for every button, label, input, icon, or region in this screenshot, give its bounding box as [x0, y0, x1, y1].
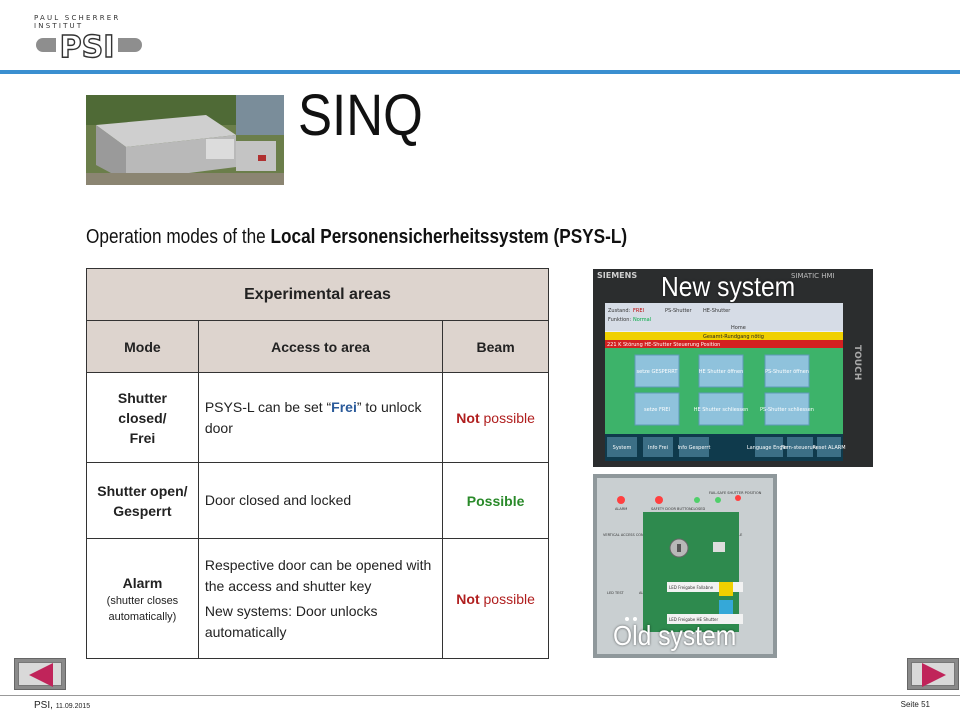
svg-text:Home: Home [731, 325, 746, 331]
svg-text:Info Frei: Info Frei [648, 445, 668, 451]
beam-cell: Not possible [442, 538, 549, 659]
svg-text:FAIL-SAFE SHUTTER POSITION: FAIL-SAFE SHUTTER POSITION [709, 491, 762, 495]
svg-text:Reset ALARM: Reset ALARM [812, 445, 845, 451]
column-header-mode: Mode [86, 320, 199, 373]
page-number: Seite 51 [900, 700, 930, 709]
svg-text:TOUCH: TOUCH [852, 345, 862, 380]
svg-text:PS-Shutter schliessen: PS-Shutter schliessen [760, 407, 814, 413]
sinq-building-photo [86, 95, 284, 185]
old-system-panel-photo: ALARM SAFETY DOOR BUTTON CLOSED FAIL-SAF… [593, 474, 777, 658]
slide-subtitle: Operation modes of the Local Personensic… [86, 226, 628, 248]
svg-text:setze FREI: setze FREI [644, 407, 670, 413]
old-system-label: Old system [613, 620, 737, 651]
psi-logo: PAUL SCHERRER INSTITUT PSI [34, 14, 144, 62]
svg-text:LED Freigabe Fallabne: LED Freigabe Fallabne [669, 585, 714, 590]
svg-text:Zustand:: Zustand: [608, 308, 631, 314]
previous-slide-button[interactable] [14, 658, 66, 690]
access-cell: Door closed and locked [197, 462, 444, 539]
svg-text:Info Gesperrt: Info Gesperrt [678, 445, 711, 451]
arrow-left-icon [29, 663, 53, 687]
table-row: Alarm (shutter closes automatically) Res… [86, 538, 549, 659]
svg-text:HE Shutter öffnen: HE Shutter öffnen [699, 369, 744, 375]
slide-title: SINQ [298, 83, 423, 148]
access-cell: Respective door can be opened with the a… [197, 538, 444, 659]
svg-text:Gesamt-Rundgang nötig: Gesamt-Rundgang nötig [703, 334, 764, 340]
mode-cell: Alarm (shutter closes automatically) [86, 538, 199, 659]
svg-text:PS-Shutter: PS-Shutter [665, 308, 693, 314]
svg-text:LED TEST: LED TEST [607, 591, 625, 595]
svg-text:System: System [613, 445, 632, 451]
svg-text:CLOSED: CLOSED [691, 507, 705, 511]
column-header-access: Access to area [197, 320, 444, 373]
access-cell: PSYS-L can be set “Frei” to unlock door [197, 372, 444, 463]
svg-text:Normal: Normal [633, 317, 651, 323]
svg-text:SIMATIC HMI: SIMATIC HMI [791, 272, 835, 280]
mode-cell: Shutter closed/ Frei [86, 372, 199, 463]
svg-text:221 K Störung HE-Shutter: 221 K Störung HE-Shutter Steuerung Posit… [607, 342, 720, 348]
svg-text:SIEMENS: SIEMENS [597, 271, 637, 280]
table-row: Shutter open/ Gesperrt Door closed and l… [86, 462, 549, 539]
table-header-row: Mode Access to area Beam [86, 320, 549, 373]
svg-text:ALARM: ALARM [615, 507, 627, 511]
arrow-right-icon [922, 663, 946, 687]
operation-modes-table: Experimental areas Mode Access to area B… [86, 268, 549, 659]
psi-logo-mark: PSI [36, 29, 142, 62]
beam-cell: Possible [442, 462, 549, 539]
svg-text:SAFETY DOOR BUTTON: SAFETY DOOR BUTTON [651, 507, 692, 511]
svg-text:PS-Shutter öffnen: PS-Shutter öffnen [765, 369, 809, 375]
table-heading: Experimental areas [86, 268, 549, 321]
next-slide-button[interactable] [907, 658, 959, 690]
svg-text:FREI: FREI [633, 308, 644, 314]
footer-rule [0, 695, 960, 696]
new-system-hmi-photo: SIEMENS SIMATIC HMI TOUCH Zustand: FREI … [593, 269, 873, 467]
header-rule [0, 70, 960, 74]
new-system-label: New system [661, 271, 796, 302]
svg-text:HE-Shutter: HE-Shutter [703, 308, 731, 314]
column-header-beam: Beam [442, 320, 549, 373]
mode-cell: Shutter open/ Gesperrt [86, 462, 199, 539]
footer-org-date: PSI, 11.09.2015 [34, 700, 91, 711]
svg-text:setze GESPERRT: setze GESPERRT [637, 369, 679, 375]
svg-text:PSI: PSI [60, 30, 115, 62]
svg-text:HE Shutter schliessen: HE Shutter schliessen [694, 407, 749, 413]
beam-cell: Not possible [442, 372, 549, 463]
table-row: Shutter closed/ Frei PSYS-L can be set “… [86, 372, 549, 463]
svg-text:Funktion:: Funktion: [608, 317, 631, 323]
